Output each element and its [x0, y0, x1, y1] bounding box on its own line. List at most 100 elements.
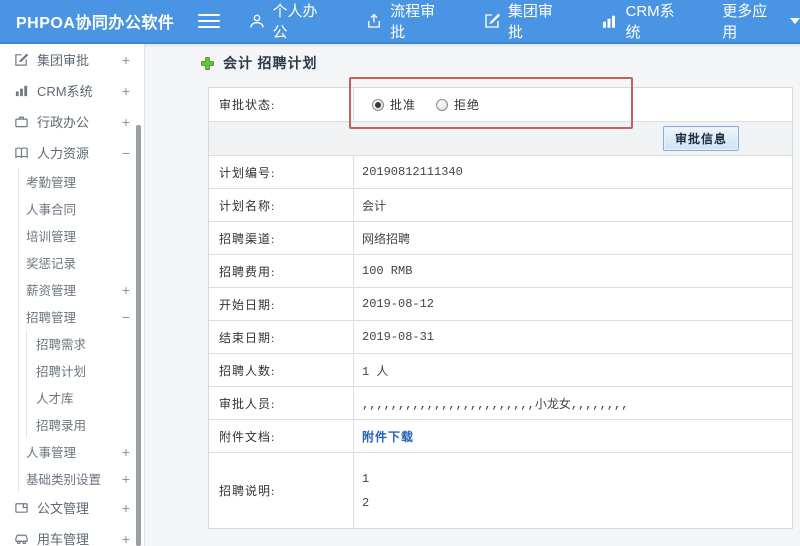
field-value: 20190812111340: [362, 165, 463, 179]
sidebar-item-group-approval[interactable]: 集团审批 +: [0, 44, 144, 75]
sidebar-item-recruitment[interactable]: 招聘管理 −: [19, 303, 144, 330]
expand-toggle[interactable]: +: [122, 445, 130, 459]
sidebar-item-salary[interactable]: 薪资管理 +: [19, 276, 144, 303]
expand-toggle[interactable]: +: [122, 283, 130, 297]
menu-toggle-icon[interactable]: [197, 10, 220, 32]
main-content: 会计 招聘计划 审批状态: 批准 拒绝 审批信息 计划编号: 201908121…: [145, 44, 800, 546]
form-row-action: 审批信息: [209, 122, 792, 156]
radio-option-reject[interactable]: 拒绝: [436, 96, 480, 113]
field-label: 招聘说明:: [209, 453, 354, 528]
recruitment-plan-form: 审批状态: 批准 拒绝 审批信息 计划编号: 20190812111340 计划…: [208, 87, 793, 529]
form-row-approvers: 审批人员: ,,,,,,,,,,,,,,,,,,,,,,,,小龙女,,,,,,,…: [209, 387, 792, 420]
field-label: 审批状态:: [209, 88, 354, 121]
bar-chart-icon: [600, 12, 618, 30]
expand-toggle[interactable]: +: [122, 501, 130, 515]
expand-toggle[interactable]: −: [122, 310, 130, 324]
sidebar-scrollbar[interactable]: [136, 125, 141, 546]
sidebar-item-label: 招聘管理: [26, 311, 77, 325]
add-plus-icon: [201, 56, 214, 70]
sidebar-item-label: 招聘计划: [36, 365, 87, 379]
expand-toggle[interactable]: +: [122, 53, 130, 67]
briefcase-icon: [15, 116, 28, 128]
field-value: 2019-08-12: [362, 297, 435, 311]
nav-label: 集团审批: [507, 3, 553, 41]
top-navbar: PHPOA协同办公软件 个人办公 流程审批 集团审批 CRM系统 更多应用: [0, 0, 800, 44]
attachment-download-link[interactable]: 附件下载: [362, 428, 414, 445]
sidebar-item-label: 公文管理: [37, 501, 90, 516]
radio-approve[interactable]: [372, 98, 384, 111]
sidebar-item-official-docs[interactable]: 公文管理 +: [0, 492, 144, 523]
document-icon: [15, 503, 28, 513]
field-value: 100 RMB: [362, 264, 413, 278]
field-label: 开始日期:: [209, 288, 354, 320]
sidebar-item-personnel-mgmt[interactable]: 人事管理 +: [19, 438, 144, 465]
sidebar-item-human-resources[interactable]: 人力资源 −: [0, 137, 144, 168]
sidebar-item-label: 用车管理: [37, 532, 90, 546]
sidebar-submenu-recruitment: 招聘需求 招聘计划 人才库 招聘录用: [26, 330, 144, 438]
nav-label: 个人办公: [272, 3, 318, 41]
bar-chart-icon: [15, 85, 28, 97]
approval-info-button[interactable]: 审批信息: [662, 126, 739, 151]
page-title-text: 会计 招聘计划: [223, 57, 318, 72]
radio-reject[interactable]: [436, 98, 449, 111]
sidebar-item-hr-contract[interactable]: 人事合同: [19, 195, 144, 222]
field-label: 结束日期:: [209, 321, 354, 353]
nav-label: 流程审批: [390, 3, 436, 41]
expand-toggle[interactable]: +: [122, 115, 130, 129]
expand-toggle[interactable]: +: [122, 472, 130, 486]
field-value: 网络招聘: [362, 232, 411, 247]
sidebar-item-reward-punishment[interactable]: 奖惩记录: [19, 249, 144, 276]
form-row-end-date: 结束日期: 2019-08-31: [209, 321, 792, 354]
nav-item-crm-system[interactable]: CRM系统: [600, 0, 688, 42]
sidebar-item-base-category[interactable]: 基础类别设置 +: [19, 465, 144, 492]
sidebar-item-training[interactable]: 培训管理: [19, 222, 144, 249]
expand-toggle[interactable]: +: [122, 532, 130, 546]
expand-toggle[interactable]: +: [122, 84, 130, 98]
page-title: 会计 招聘计划: [200, 53, 318, 73]
process-approval-icon: [365, 12, 383, 30]
sidebar-item-label: 考勤管理: [26, 176, 77, 190]
field-label: 计划名称:: [209, 189, 354, 221]
nav-item-personal-office[interactable]: 个人办公: [248, 0, 332, 42]
form-row-approval-status: 审批状态: 批准 拒绝: [209, 88, 792, 122]
form-row-start-date: 开始日期: 2019-08-12: [209, 288, 792, 321]
field-label: 审批人员:: [209, 387, 354, 419]
form-row-recruit-description: 招聘说明: 1 2: [209, 453, 792, 528]
sidebar-item-vehicle-mgmt[interactable]: 用车管理 +: [0, 523, 144, 546]
nav-item-more-apps[interactable]: 更多应用: [722, 0, 800, 42]
sidebar-item-recruit-plan[interactable]: 招聘计划: [27, 357, 144, 384]
navbar-menu: 个人办公 流程审批 集团审批 CRM系统 更多应用: [248, 0, 800, 42]
field-label: 招聘人数:: [209, 354, 354, 386]
edit-square-icon: [15, 53, 29, 66]
sidebar-item-talent-pool[interactable]: 人才库: [27, 384, 144, 411]
sidebar-item-attendance[interactable]: 考勤管理: [19, 168, 144, 195]
expand-toggle[interactable]: −: [122, 146, 130, 160]
sidebar-item-label: 人事管理: [26, 446, 77, 460]
sidebar-item-label: 人才库: [36, 392, 74, 406]
sidebar-item-label: 招聘需求: [36, 338, 87, 352]
car-icon: [15, 534, 28, 545]
field-label: 招聘渠道:: [209, 222, 354, 254]
sidebar-item-label: 招聘录用: [36, 419, 87, 433]
sidebar-item-admin-office[interactable]: 行政办公 +: [0, 106, 144, 137]
edit-square-icon: [483, 12, 501, 30]
caret-down-icon: [789, 18, 800, 24]
user-icon: [248, 12, 266, 30]
form-row-plan-name: 计划名称: 会计: [209, 189, 792, 222]
sidebar-item-label: 集团审批: [37, 53, 90, 68]
app-logo: PHPOA协同办公软件: [16, 15, 175, 32]
field-label: 附件文档:: [209, 420, 354, 452]
approval-options: 批准 拒绝: [354, 88, 792, 121]
nav-item-group-approval[interactable]: 集团审批: [483, 0, 567, 42]
sidebar-item-label: 薪资管理: [26, 284, 77, 298]
sidebar-item-recruit-hiring[interactable]: 招聘录用: [27, 411, 144, 438]
sidebar-item-recruit-demand[interactable]: 招聘需求: [27, 330, 144, 357]
form-row-attachment: 附件文档: 附件下载: [209, 420, 792, 453]
sidebar-item-crm-system[interactable]: CRM系统 +: [0, 75, 144, 106]
description-line: 1: [362, 471, 370, 486]
radio-label: 批准: [390, 98, 417, 112]
nav-item-process-approval[interactable]: 流程审批: [365, 0, 449, 42]
form-row-plan-number: 计划编号: 20190812111340: [209, 156, 792, 189]
sidebar-item-label: 培训管理: [26, 230, 77, 244]
radio-option-approve[interactable]: 批准: [372, 96, 416, 113]
